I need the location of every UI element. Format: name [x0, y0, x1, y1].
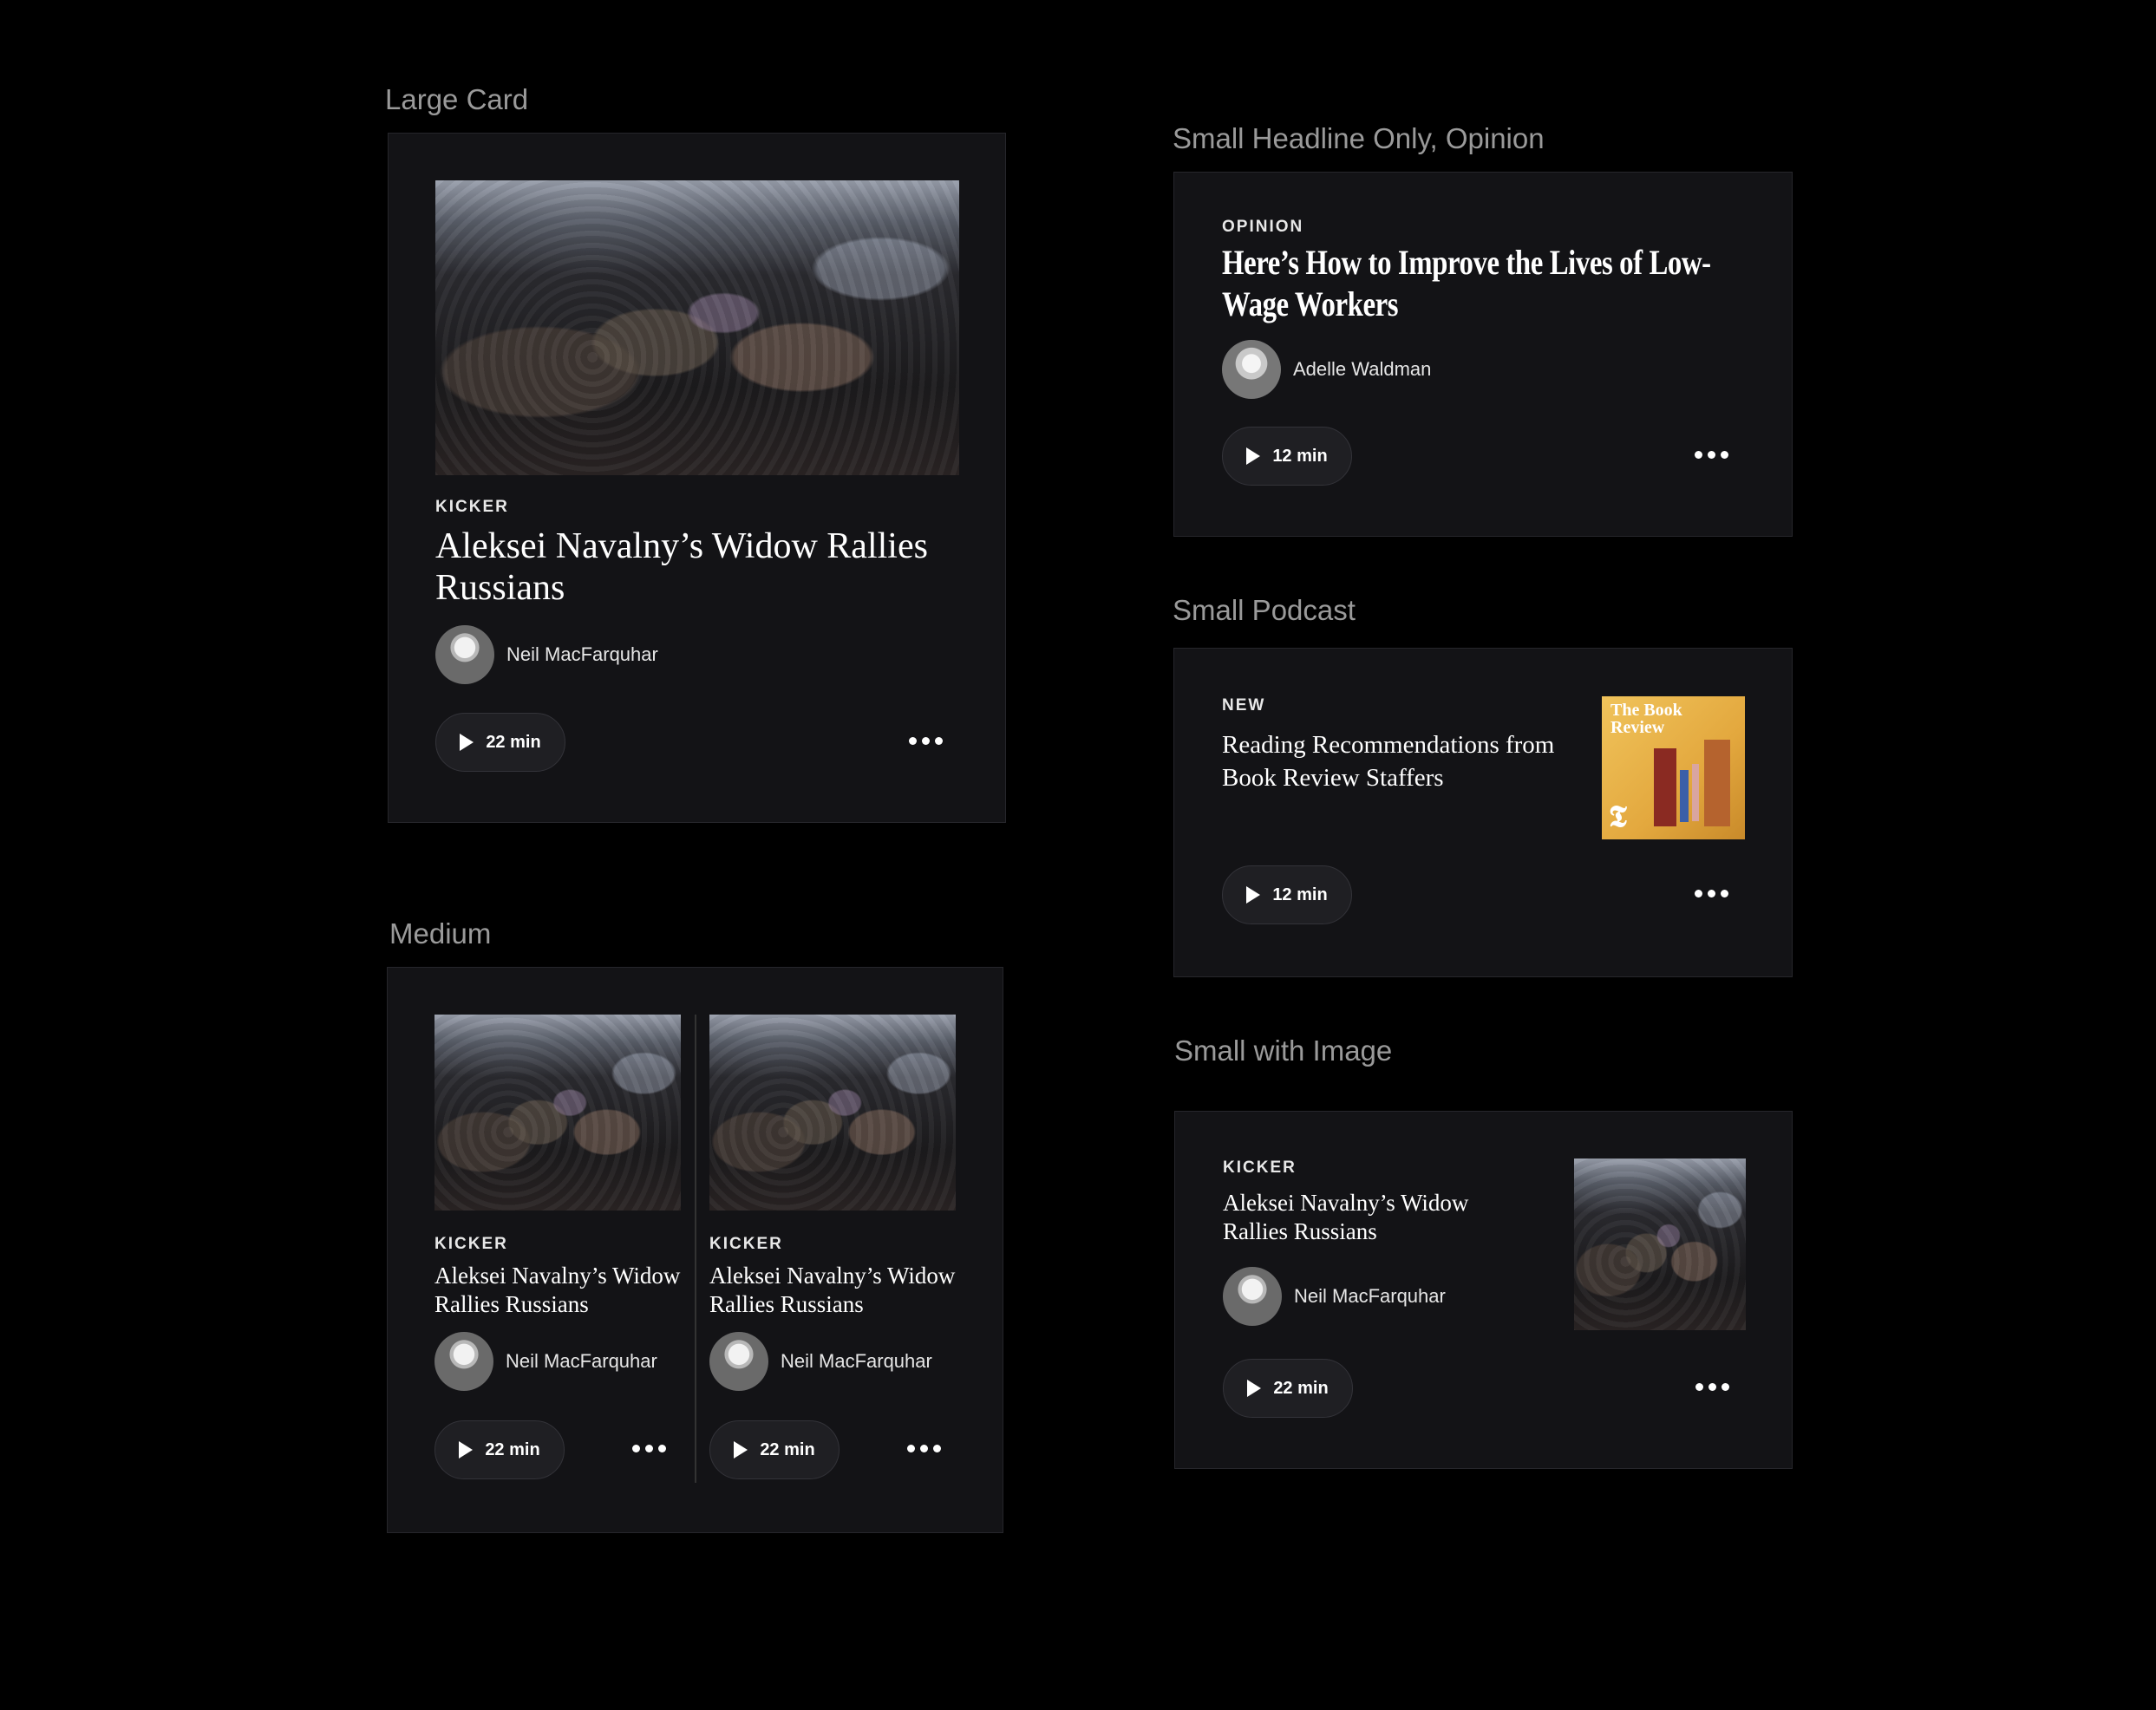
play-icon	[460, 734, 474, 751]
byline: Neil MacFarquhar	[709, 1332, 932, 1391]
headline[interactable]: Aleksei Navalny’s Widow Rallies Russians	[435, 525, 947, 609]
headline[interactable]: Aleksei Navalny’s Widow Rallies Russians	[434, 1262, 686, 1319]
nyt-logo-icon: 𝕿	[1609, 801, 1627, 833]
play-button[interactable]: 22 min	[434, 1420, 565, 1479]
opinion-card[interactable]: OPINION Here’s How to Improve the Lives …	[1173, 172, 1793, 537]
author-name: Neil MacFarquhar	[1294, 1285, 1446, 1307]
podcast-art: The Book Review 𝕿	[1602, 696, 1745, 839]
kicker: KICKER	[1223, 1158, 1297, 1177]
more-icon[interactable]	[632, 1445, 666, 1452]
byline: Adelle Waldman	[1222, 340, 1431, 399]
duration: 22 min	[1273, 1378, 1329, 1398]
play-button[interactable]: 12 min	[1222, 865, 1352, 924]
image-card[interactable]: KICKER Aleksei Navalny’s Widow Rallies R…	[1174, 1111, 1793, 1469]
author-name: Neil MacFarquhar	[506, 1350, 657, 1372]
column-divider	[695, 1015, 696, 1483]
play-icon	[1246, 447, 1261, 465]
more-icon[interactable]	[907, 1445, 941, 1452]
author-avatar	[1223, 1267, 1282, 1326]
duration: 22 min	[485, 1439, 540, 1459]
label-large-card: Large Card	[385, 83, 529, 115]
kicker: KICKER	[709, 1235, 783, 1253]
play-button[interactable]: 12 min	[1222, 427, 1352, 486]
podcast-card[interactable]: NEW Reading Recommendations from Book Re…	[1173, 648, 1793, 977]
label-small-image: Small with Image	[1174, 1034, 1393, 1067]
duration: 22 min	[486, 732, 541, 752]
headline-wrap: Here’s How to Improve the Lives of Low-W…	[1222, 242, 1760, 325]
more-icon[interactable]	[909, 737, 943, 745]
large-card[interactable]: KICKER Aleksei Navalny’s Widow Rallies R…	[388, 133, 1006, 823]
kicker: OPINION	[1222, 218, 1304, 236]
label-small-headline: Small Headline Only, Opinion	[1173, 122, 1545, 154]
author-name: Neil MacFarquhar	[506, 643, 658, 665]
kicker: NEW	[1222, 696, 1266, 715]
headline[interactable]: Aleksei Navalny’s Widow Rallies Russians	[1223, 1189, 1509, 1246]
headline[interactable]: Reading Recommendations from Book Review…	[1222, 728, 1604, 794]
author-avatar	[1222, 340, 1281, 399]
author-name: Adelle Waldman	[1293, 358, 1432, 380]
play-button[interactable]: 22 min	[1223, 1359, 1353, 1418]
play-icon	[734, 1441, 748, 1459]
article-photo	[709, 1015, 956, 1211]
author-avatar	[709, 1332, 768, 1391]
byline: Neil MacFarquhar	[434, 1332, 657, 1391]
article-photo	[1574, 1158, 1746, 1330]
duration: 12 min	[1272, 446, 1328, 466]
play-button[interactable]: 22 min	[709, 1420, 840, 1479]
label-medium: Medium	[389, 917, 492, 950]
author-name: Neil MacFarquhar	[781, 1350, 932, 1372]
kicker: KICKER	[434, 1235, 508, 1253]
headline[interactable]: Aleksei Navalny’s Widow Rallies Russians	[709, 1262, 961, 1319]
article-photo	[434, 1015, 681, 1211]
author-avatar	[435, 625, 494, 684]
duration: 22 min	[760, 1439, 815, 1459]
byline: Neil MacFarquhar	[435, 625, 658, 684]
more-icon[interactable]	[1695, 451, 1728, 459]
kicker: KICKER	[435, 498, 509, 516]
label-small-podcast: Small Podcast	[1173, 594, 1356, 626]
more-icon[interactable]	[1695, 890, 1728, 897]
medium-item-2[interactable]: KICKER Aleksei Navalny’s Widow Rallies R…	[709, 1015, 956, 1500]
headline[interactable]: Here’s How to Improve the Lives of Low-W…	[1222, 242, 1734, 325]
play-button[interactable]: 22 min	[435, 713, 565, 772]
article-photo	[435, 180, 959, 475]
more-icon[interactable]	[1695, 1383, 1729, 1391]
medium-card: KICKER Aleksei Navalny’s Widow Rallies R…	[387, 967, 1003, 1533]
byline: Neil MacFarquhar	[1223, 1267, 1446, 1326]
play-icon	[1247, 1380, 1262, 1397]
podcast-art-title: The Book Review	[1610, 701, 1682, 737]
medium-item-1[interactable]: KICKER Aleksei Navalny’s Widow Rallies R…	[434, 1015, 681, 1500]
duration: 12 min	[1272, 884, 1328, 904]
play-icon	[459, 1441, 474, 1459]
play-icon	[1246, 886, 1261, 904]
author-avatar	[434, 1332, 493, 1391]
